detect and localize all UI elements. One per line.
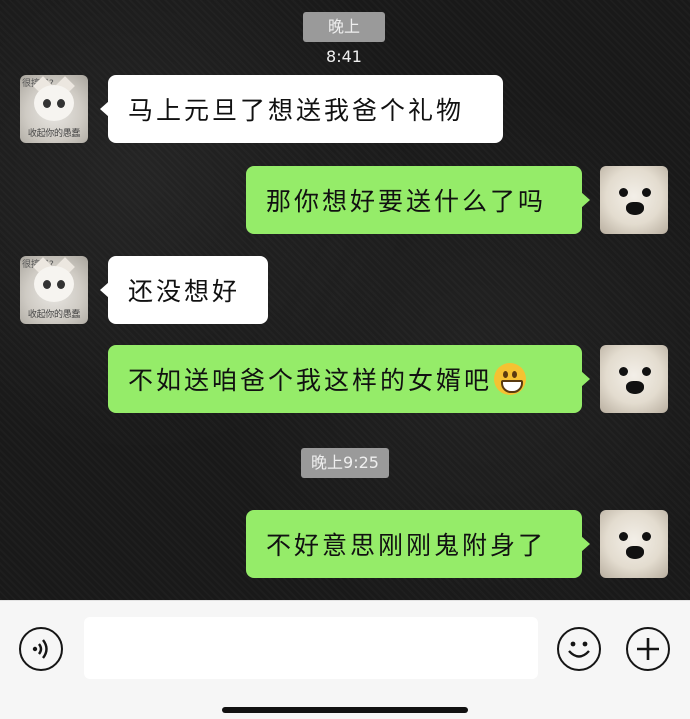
contact-avatar[interactable]: 很搞吗? 收起你的愚蠢: [20, 256, 88, 324]
voice-icon[interactable]: [19, 627, 63, 671]
avatar-caption-bottom: 收起你的愚蠢: [27, 310, 81, 320]
message-text: 那你想好要送什么了吗: [266, 187, 547, 216]
message-bubble-sent[interactable]: 不如送咱爸个我这样的女婿吧: [108, 345, 590, 413]
message-bubble-sent[interactable]: 不好意思刚刚鬼附身了: [246, 510, 590, 578]
user-avatar[interactable]: [600, 510, 668, 578]
message-bubble-sent[interactable]: 那你想好要送什么了吗: [246, 166, 590, 234]
home-indicator[interactable]: [222, 707, 468, 713]
contact-avatar[interactable]: 很搞吗? 收起你的愚蠢: [20, 75, 88, 143]
chat-area[interactable]: 晚上8:41 很搞吗? 收起你的愚蠢 马上元旦了想送我爸个礼物 那你想好要送什么…: [0, 0, 690, 600]
message-bubble-received[interactable]: 马上元旦了想送我爸个礼物: [100, 75, 503, 143]
message-input[interactable]: [84, 617, 538, 679]
user-avatar[interactable]: [600, 345, 668, 413]
message-text: 还没想好: [128, 277, 241, 306]
emoji-icon[interactable]: [557, 627, 601, 671]
plus-icon[interactable]: [626, 627, 670, 671]
message-text: 不好意思刚刚鬼附身了: [266, 531, 547, 560]
input-bar: [0, 600, 690, 719]
message-text: 不如送咱爸个我这样的女婿吧: [128, 366, 493, 395]
avatar-caption-bottom: 收起你的愚蠢: [27, 129, 81, 139]
grinning-face-icon: [494, 363, 527, 395]
message-bubble-received[interactable]: 还没想好: [100, 256, 268, 324]
timestamp: 晚上9:25: [301, 448, 389, 478]
message-text: 马上元旦了想送我爸个礼物: [128, 96, 465, 125]
timestamp: 晚上8:41: [303, 12, 385, 66]
user-avatar[interactable]: [600, 166, 668, 234]
